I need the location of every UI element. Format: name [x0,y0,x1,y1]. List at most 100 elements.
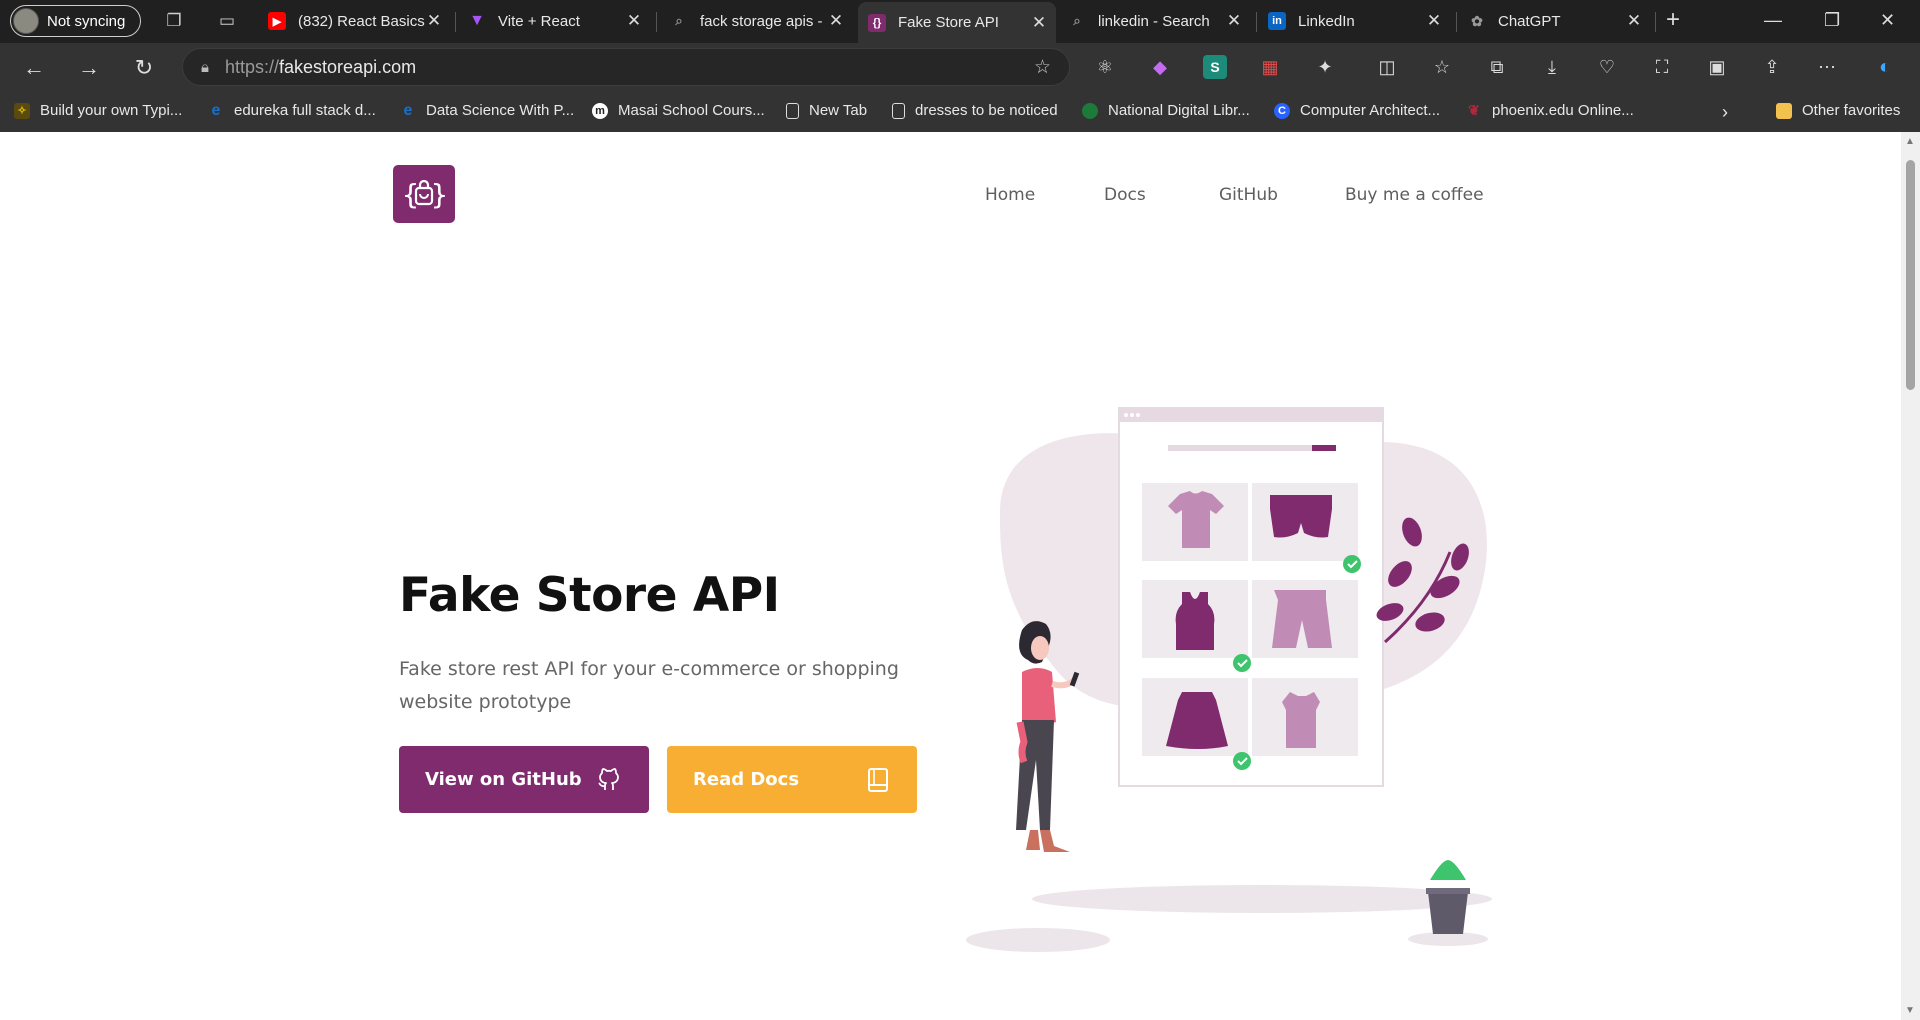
tab-actions-icon[interactable]: ▭ [215,9,239,33]
edureka-icon: e [211,101,221,119]
masai-icon: m [592,102,608,119]
tab-bar: Not syncing ❐ ▭ ▶ (832) React Basics ✕ ▼… [0,0,1920,43]
fakestore-icon: {} [868,13,886,32]
nav-buy-coffee[interactable]: Buy me a coffee [1345,185,1484,205]
close-icon[interactable]: ✕ [625,11,643,31]
bookmark-data-science[interactable]: e Data Science With P... [400,101,575,120]
tab-separator [1655,12,1656,32]
tab-title: fack storage apis - [700,12,823,30]
svg-text:}: } [431,178,447,211]
url-host: fakestoreapi.com [279,56,417,77]
bookmark-label: phoenix.edu Online... [1492,102,1634,119]
bookmark-edureka[interactable]: e edureka full stack d... [208,101,376,120]
browser-essentials-icon[interactable]: ♡ [1595,55,1619,79]
bookmark-label: Build your own Typi... [40,102,183,119]
favorite-star-icon[interactable]: ☆ [1034,56,1051,79]
collections-icon[interactable]: ⧉ [1485,55,1509,79]
bookmark-computer-arch[interactable]: C Computer Architect... [1274,102,1440,119]
page-icon [892,102,905,119]
close-icon[interactable]: ✕ [425,11,443,31]
react-devtools-icon[interactable]: ⚛ [1093,55,1117,79]
calendar-extension-icon[interactable]: ▦ [1258,55,1282,79]
extension-icon[interactable]: ◆ [1148,55,1172,79]
restore-icon[interactable]: ❐ [1824,10,1840,31]
phoenix-icon: ❦ [1468,102,1480,118]
book-icon [868,768,888,792]
view-github-button[interactable]: View on GitHub [399,746,649,813]
bookmark-other-favorites[interactable]: Other favorites [1776,102,1900,119]
screenshot-icon[interactable]: ⛶ [1650,55,1674,79]
bookmark-ndl[interactable]: National Digital Libr... [1082,102,1250,119]
close-icon[interactable]: ✕ [1625,11,1643,31]
close-icon[interactable]: ✕ [1425,11,1443,31]
profile-button[interactable]: Not syncing [10,5,141,37]
nav-github[interactable]: GitHub [1219,185,1278,205]
scroll-up-icon[interactable]: ▲ [1905,136,1915,147]
profile-label: Not syncing [47,12,126,30]
new-tab-icon[interactable]: + [1666,6,1680,34]
address-bar: ← → ↻ 🔒︎ https:// fakestoreapi.com ☆ ⚛ ◆… [0,43,1920,92]
bookmark-phoenix[interactable]: ❦ phoenix.edu Online... [1466,102,1634,119]
tab-separator [1456,12,1457,32]
bookmark-masai[interactable]: m Masai School Cours... [592,102,765,119]
close-window-icon[interactable]: ✕ [1880,10,1895,31]
page-scrollbar[interactable]: ▲ ▼ [1901,132,1920,1020]
close-icon[interactable]: ✕ [1225,11,1243,31]
tab-linkedin[interactable]: in LinkedIn ✕ [1258,2,1451,40]
pot-shadow [1408,932,1488,946]
linkedin-icon: in [1268,12,1286,30]
site-logo[interactable]: { } [393,165,455,223]
typing-icon: ✧ [14,102,30,119]
s-extension-icon[interactable]: S [1203,55,1227,79]
nav-docs[interactable]: Docs [1104,185,1146,205]
tab-react-basics[interactable]: ▶ (832) React Basics ✕ [258,2,451,40]
share-icon[interactable]: ⇪ [1760,55,1784,79]
github-icon [598,768,619,790]
page-title: Fake Store API [399,568,780,623]
bookmark-label: New Tab [809,102,868,119]
close-icon[interactable]: ✕ [827,11,845,31]
more-icon[interactable]: ⋯ [1815,55,1839,79]
scrollbar-thumb[interactable] [1906,160,1915,390]
tab-title: Vite + React [498,12,580,30]
tab-title: (832) React Basics [298,12,425,30]
favorites-icon[interactable]: ☆ [1430,55,1454,79]
lock-icon: 🔒︎ [201,58,209,76]
workspaces-icon[interactable]: ❐ [162,9,186,33]
tab-vite-react[interactable]: ▼ Vite + React ✕ [458,2,651,40]
tab-chatgpt[interactable]: ✿ ChatGPT ✕ [1458,2,1651,40]
sidebar-icon[interactable]: ▣ [1705,55,1729,79]
split-screen-icon[interactable]: ◫ [1375,55,1399,79]
extensions-icon[interactable]: ✦ [1313,55,1337,79]
nav-home[interactable]: Home [985,185,1035,205]
page-viewport: { } Home Docs GitHub Buy me a coffee Fak… [0,132,1901,1020]
tab-linkedin-search[interactable]: ⌕ linkedin - Search ✕ [1058,2,1251,40]
bookmark-new-tab[interactable]: New Tab [786,102,867,119]
bag-logo-icon: { } [402,178,447,211]
bookmark-typing[interactable]: ✧ Build your own Typi... [14,102,182,119]
folder-icon [1776,102,1792,119]
refresh-icon[interactable]: ↻ [130,55,158,81]
tab-title: LinkedIn [1298,12,1355,30]
read-docs-button[interactable]: Read Docs [667,746,917,813]
tab-fake-store-api[interactable]: {} Fake Store API ✕ [858,2,1056,43]
tab-fack-storage[interactable]: ⌕ fack storage apis - ✕ [660,2,853,40]
button-label: View on GitHub [425,769,582,790]
tab-separator [1256,12,1257,32]
c-icon: C [1274,102,1290,119]
forward-icon[interactable]: → [75,55,103,81]
shopping-illustration [966,407,1492,952]
minimize-icon[interactable]: — [1764,10,1782,31]
product-window [1118,407,1384,787]
bookmark-dresses[interactable]: dresses to be noticed [892,102,1058,119]
close-icon[interactable]: ✕ [1030,13,1048,33]
chevron-right-icon[interactable]: › [1722,102,1728,123]
copilot-icon[interactable]: ◐ [1873,55,1897,79]
scroll-down-icon[interactable]: ▼ [1905,1005,1915,1016]
url-protocol: https:// [224,56,280,77]
vite-icon: ▼ [469,12,485,29]
url-input[interactable]: 🔒︎ https:// fakestoreapi.com ☆ [182,48,1070,86]
back-icon[interactable]: ← [20,55,48,81]
downloads-icon[interactable]: ⤓ [1540,55,1564,79]
edureka-icon: e [403,101,413,119]
